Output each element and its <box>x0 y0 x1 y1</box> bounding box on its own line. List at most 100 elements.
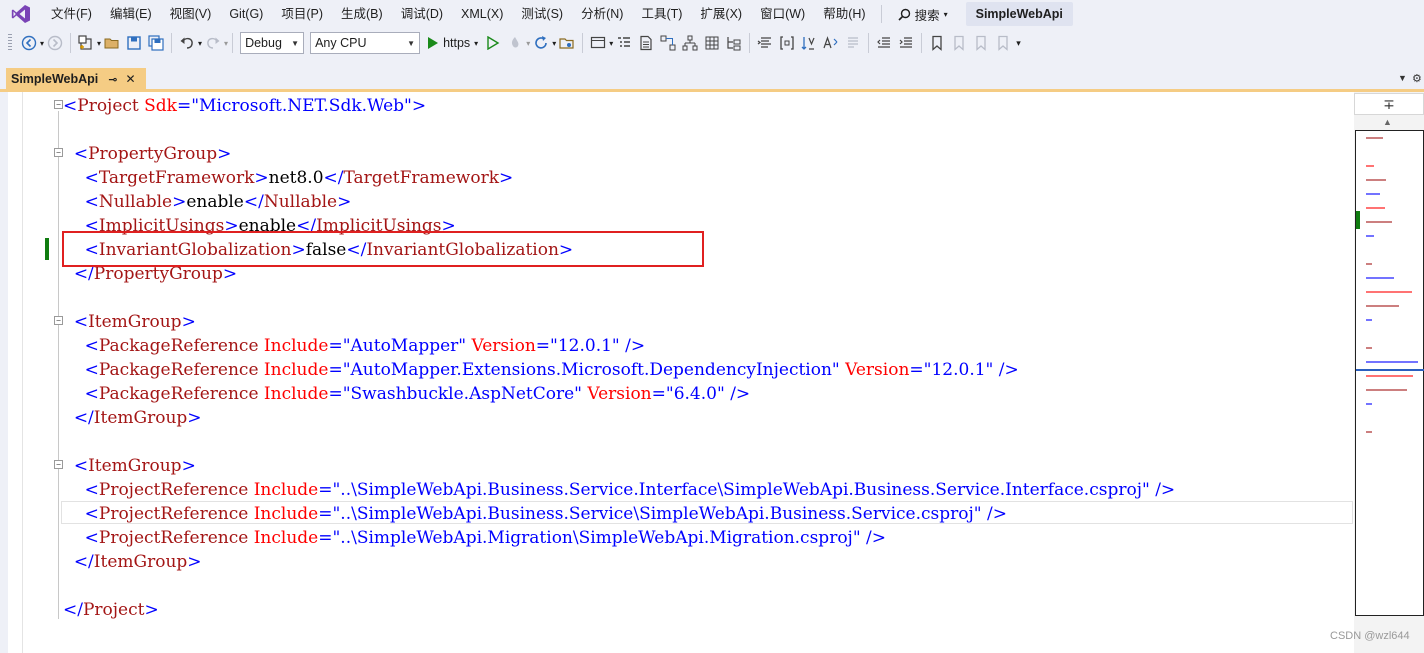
save-icon[interactable] <box>123 32 145 54</box>
code-token: Nullable <box>98 192 173 212</box>
code-line[interactable]: <ProjectReference Include="..\SimpleWebA… <box>63 526 886 550</box>
solution-name-badge[interactable]: SimpleWebApi <box>965 2 1073 26</box>
menu-item[interactable]: 编辑(E) <box>101 2 161 26</box>
undo-icon[interactable] <box>176 32 198 54</box>
menu-item[interactable]: Git(G) <box>220 2 272 26</box>
menu-item[interactable]: 工具(T) <box>632 2 691 26</box>
comment-icon[interactable] <box>842 32 864 54</box>
menu-item[interactable]: 扩展(X) <box>691 2 751 26</box>
code-line[interactable]: <Project Sdk="Microsoft.NET.Sdk.Web"> <box>63 94 426 118</box>
outline-icon[interactable] <box>613 32 635 54</box>
brackets-icon[interactable] <box>776 32 798 54</box>
menu-item[interactable]: 项目(P) <box>272 2 332 26</box>
toolbar-overflow-icon[interactable]: ▾ <box>1016 38 1021 49</box>
previous-bookmark-icon[interactable] <box>948 32 970 54</box>
menu-item[interactable]: XML(X) <box>452 2 512 26</box>
collapse-icon[interactable]: − <box>54 316 63 325</box>
split-window-icon[interactable]: ∓ <box>1354 93 1424 115</box>
code-line[interactable]: <Nullable>enable</Nullable> <box>63 190 352 214</box>
menu-item[interactable]: 文件(F) <box>42 2 101 26</box>
refresh-icon[interactable] <box>530 32 552 54</box>
code-line[interactable]: <ItemGroup> <box>63 454 196 478</box>
document-icon[interactable] <box>635 32 657 54</box>
minimap-line <box>1366 291 1413 293</box>
font-size-icon[interactable] <box>820 32 842 54</box>
gear-icon[interactable]: ⚙ <box>1412 72 1422 85</box>
toolbar-separator <box>749 33 751 53</box>
code-line[interactable]: <PropertyGroup> <box>63 142 232 166</box>
menu-item[interactable]: 调试(D) <box>392 2 452 26</box>
code-token: < <box>84 480 99 500</box>
code-line[interactable]: </ItemGroup> <box>63 550 202 574</box>
start-without-debugging-icon[interactable] <box>482 32 504 54</box>
search-button[interactable]: 搜索 ▾ <box>888 2 958 26</box>
navigate-back-icon[interactable] <box>18 32 40 54</box>
menu-item[interactable]: 生成(B) <box>332 2 392 26</box>
collapse-icon[interactable]: − <box>54 148 63 157</box>
tab-list-dropdown-icon[interactable]: ▼ <box>1398 73 1407 83</box>
code-token: "AutoMapper" <box>342 336 467 356</box>
code-token: "Microsoft.NET.Sdk.Web" <box>191 96 412 116</box>
pin-icon[interactable]: ⊸ <box>108 73 117 86</box>
new-project-icon[interactable] <box>75 32 97 54</box>
search-icon <box>898 8 910 21</box>
format-document-icon[interactable] <box>754 32 776 54</box>
grid-icon[interactable] <box>701 32 723 54</box>
navigate-forward-icon[interactable] <box>44 32 66 54</box>
code-line[interactable]: </Project> <box>63 598 159 622</box>
open-folder-icon[interactable] <box>101 32 123 54</box>
start-debugging-button[interactable]: https ▾ <box>423 32 482 54</box>
hot-reload-icon[interactable] <box>504 32 526 54</box>
menu-item[interactable]: 窗口(W) <box>751 2 814 26</box>
code-token: < <box>63 96 78 116</box>
code-token: /> <box>730 384 751 404</box>
code-line[interactable]: </ItemGroup> <box>63 406 202 430</box>
increase-indent-icon[interactable] <box>895 32 917 54</box>
collapse-icon[interactable]: − <box>54 460 63 469</box>
code-token: </ <box>73 552 94 572</box>
toolbar-grip[interactable] <box>8 34 12 52</box>
tree-icon[interactable] <box>723 32 745 54</box>
code-line[interactable]: <TargetFramework>net8.0</TargetFramework… <box>63 166 514 190</box>
code-editor[interactable]: − − − − <Project Sdk="Microsoft.NET.Sdk.… <box>8 92 1354 653</box>
code-token: > <box>222 264 238 284</box>
code-line[interactable]: <ProjectReference Include="..\SimpleWebA… <box>63 502 1007 526</box>
code-minimap[interactable] <box>1355 130 1424 616</box>
decrease-indent-icon[interactable] <box>873 32 895 54</box>
close-icon[interactable]: ✕ <box>126 72 136 86</box>
save-all-icon[interactable] <box>145 32 167 54</box>
scroll-up-icon[interactable]: ▲ <box>1383 117 1392 127</box>
browse-folder-icon[interactable] <box>556 32 578 54</box>
code-line[interactable]: <ItemGroup> <box>63 310 196 334</box>
menu-item[interactable]: 分析(N) <box>572 2 632 26</box>
menu-item[interactable]: 视图(V) <box>161 2 221 26</box>
code-line[interactable]: <PackageReference Include="AutoMapper" V… <box>63 334 646 358</box>
toolbar-separator <box>171 33 173 53</box>
class-diagram-icon[interactable] <box>657 32 679 54</box>
visual-studio-logo-icon[interactable] <box>0 0 42 28</box>
next-bookmark-icon[interactable] <box>970 32 992 54</box>
sort-icon[interactable] <box>798 32 820 54</box>
code-token: = <box>318 480 333 500</box>
layout-icon[interactable] <box>587 32 609 54</box>
platform-select[interactable]: Any CPU ▼ <box>310 32 421 54</box>
document-tab-strip: SimpleWebApi ⊸ ✕ <box>0 58 1424 92</box>
bookmark-icon[interactable] <box>926 32 948 54</box>
code-line[interactable]: <PackageReference Include="Swashbuckle.A… <box>63 382 751 406</box>
collapse-icon[interactable]: − <box>54 100 63 109</box>
toolbar-separator <box>868 33 870 53</box>
code-line[interactable]: <ProjectReference Include="..\SimpleWebA… <box>63 478 1176 502</box>
toolbar-separator <box>70 33 72 53</box>
chevron-down-icon[interactable]: ▾ <box>224 39 228 48</box>
tab-simplewebapi[interactable]: SimpleWebApi ⊸ ✕ <box>6 68 146 90</box>
hierarchy-icon[interactable] <box>679 32 701 54</box>
configuration-select[interactable]: Debug ▼ <box>240 32 305 54</box>
menu-item[interactable]: 帮助(H) <box>814 2 874 26</box>
menu-item[interactable]: 测试(S) <box>512 2 572 26</box>
clear-bookmarks-icon[interactable] <box>992 32 1014 54</box>
code-line[interactable]: <PackageReference Include="AutoMapper.Ex… <box>63 358 1019 382</box>
minimap-line <box>1366 221 1393 223</box>
redo-icon[interactable] <box>202 32 224 54</box>
